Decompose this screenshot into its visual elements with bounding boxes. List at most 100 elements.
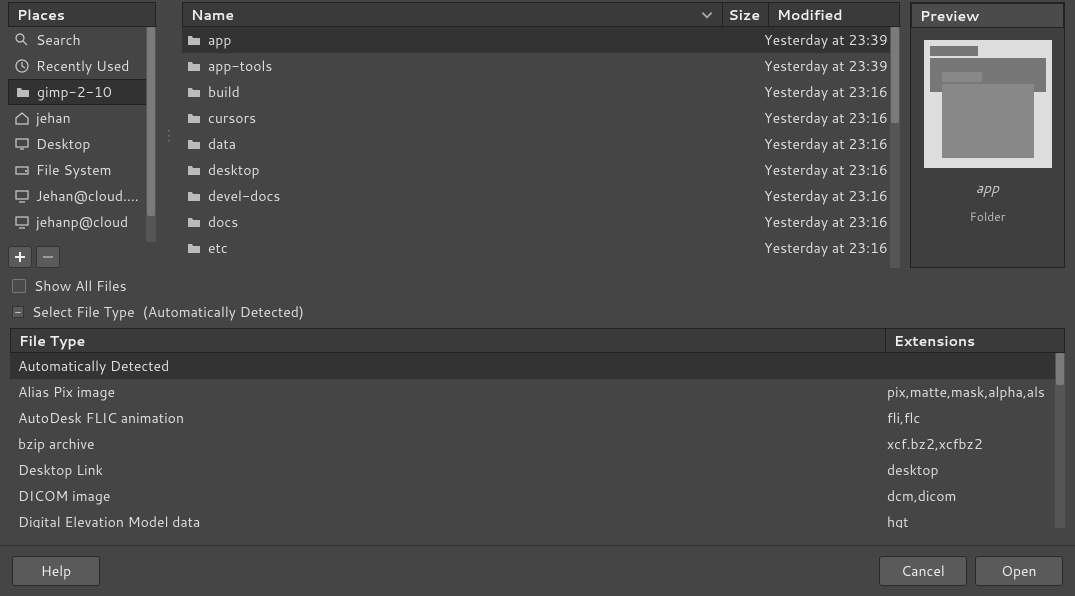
filetype-name: Desktop Link	[18, 460, 887, 480]
file-modified: Yesterday at 23:39	[760, 56, 892, 76]
file-row[interactable]: devel-docsYesterday at 23:16	[182, 183, 900, 209]
places-header[interactable]: Places	[8, 2, 156, 27]
file-name: cursors	[208, 108, 256, 128]
drive-icon	[14, 162, 30, 178]
checkbox-icon	[12, 279, 26, 293]
preview-panel: Preview app Folder	[910, 2, 1065, 268]
places-scrollbar[interactable]	[146, 27, 156, 242]
filetype-row[interactable]: bzip archivexcf.bz2,xcfbz2	[10, 431, 1065, 457]
column-name-label: Name	[191, 5, 234, 25]
preview-filename: app	[976, 178, 999, 198]
column-header-name[interactable]: Name	[183, 3, 723, 26]
file-type-panel: File Type Extensions Automatically Detec…	[10, 328, 1065, 528]
preview-header-label: Preview	[920, 6, 979, 26]
preview-header: Preview	[911, 3, 1064, 28]
filetype-name: bzip archive	[18, 434, 887, 454]
folder-icon	[186, 136, 202, 152]
folder-icon	[186, 32, 202, 48]
file-row[interactable]: desktopYesterday at 23:16	[182, 157, 900, 183]
sidebar-item-search[interactable]: Search	[8, 27, 156, 53]
filetype-row[interactable]: AutoDesk FLIC animationfli,flc	[10, 405, 1065, 431]
file-modified: Yesterday at 23:16	[760, 134, 892, 154]
file-modified: Yesterday at 23:16	[760, 186, 892, 206]
sidebar-item-label: jehan	[36, 108, 71, 128]
sidebar-item-jehanp-cloud[interactable]: jehanp@cloud	[8, 209, 156, 235]
filetype-name: Digital Elevation Model data	[18, 512, 887, 528]
filetype-ext: pix,matte,mask,alpha,als	[887, 382, 1057, 402]
sidebar-item-desktop[interactable]: Desktop	[8, 131, 156, 157]
column-header-size[interactable]: Size	[723, 3, 769, 26]
file-type-header-row: File Type Extensions	[10, 328, 1065, 353]
file-row[interactable]: cursorsYesterday at 23:16	[182, 105, 900, 131]
file-name: app-tools	[208, 56, 272, 76]
remove-bookmark-button[interactable]	[36, 246, 60, 268]
help-button-label: Help	[41, 561, 71, 581]
column-header-modified[interactable]: Modified	[769, 3, 899, 26]
file-row[interactable]: build Yesterday at 23:16	[182, 79, 900, 105]
sidebar-item-label: jehanp@cloud	[36, 212, 128, 232]
filetype-ext: desktop	[887, 460, 1057, 480]
file-type-expander[interactable]: − Select File Type (Automatically Detect…	[12, 302, 1063, 322]
filetype-scrollbar[interactable]	[1055, 353, 1065, 528]
filetype-row[interactable]: Automatically Detected	[10, 353, 1065, 379]
folder-icon	[186, 240, 202, 256]
select-file-type-detected: (Automatically Detected)	[143, 302, 304, 322]
help-button[interactable]: Help	[12, 556, 100, 586]
filetype-ext: fli,flc	[887, 408, 1057, 428]
home-icon	[14, 110, 30, 126]
add-bookmark-button[interactable]	[8, 246, 32, 268]
filetype-ext: hgt	[887, 512, 1057, 528]
column-header-filetype[interactable]: File Type	[11, 329, 886, 352]
filetype-ext: dcm,dicom	[887, 486, 1057, 506]
show-all-files-label: Show All Files	[34, 276, 127, 296]
sidebar-item-label: gimp-2-10	[37, 82, 112, 102]
show-all-files-option[interactable]: Show All Files	[12, 276, 1063, 296]
file-name: build	[208, 82, 240, 102]
filetype-name: DICOM image	[18, 486, 887, 506]
column-header-extensions[interactable]: Extensions	[886, 329, 1064, 352]
filetype-name: AutoDesk FLIC animation	[18, 408, 887, 428]
network-icon	[14, 188, 30, 204]
open-button[interactable]: Open	[975, 556, 1063, 586]
file-name: desktop	[208, 160, 260, 180]
splitter[interactable]	[166, 2, 172, 268]
column-modified-label: Modified	[777, 5, 843, 25]
folder-icon	[186, 162, 202, 178]
sidebar-item-file-system[interactable]: File System	[8, 157, 156, 183]
clock-icon	[14, 58, 30, 74]
places-panel: Places SearchRecently Used gimp-2-10 jehan…	[8, 2, 156, 268]
file-name: data	[208, 134, 236, 154]
file-row[interactable]: data Yesterday at 23:16	[182, 131, 900, 157]
sidebar-item-jehan[interactable]: jehan	[8, 105, 156, 131]
folder-icon	[186, 188, 202, 204]
filetype-row[interactable]: Desktop Linkdesktop	[10, 457, 1065, 483]
sidebar-item-jehan-cloud-[interactable]: Jehan@cloud....	[8, 183, 156, 209]
network-icon	[14, 214, 30, 230]
file-modified: Yesterday at 23:16	[760, 82, 892, 102]
sidebar-item-recently-used[interactable]: Recently Used	[8, 53, 156, 79]
desktop-icon	[14, 136, 30, 152]
file-header-row: Name Size Modified	[182, 2, 900, 27]
file-row[interactable]: app-tools Yesterday at 23:39	[182, 53, 900, 79]
sort-chevron-icon	[700, 8, 714, 22]
file-scrollbar[interactable]	[890, 27, 900, 268]
extensions-header-label: Extensions	[894, 331, 975, 351]
folder-icon	[186, 58, 202, 74]
places-list: SearchRecently Used gimp-2-10 jehan Desktop…	[8, 27, 156, 242]
file-row[interactable]: etcYesterday at 23:16	[182, 235, 900, 261]
folder-icon	[186, 110, 202, 126]
filetype-row[interactable]: Digital Elevation Model datahgt	[10, 509, 1065, 528]
places-header-label: Places	[17, 5, 65, 25]
file-row[interactable]: appYesterday at 23:39	[182, 27, 900, 53]
filetype-row[interactable]: DICOM imagedcm,dicom	[10, 483, 1065, 509]
cancel-button[interactable]: Cancel	[879, 556, 967, 586]
folder-icon	[15, 84, 31, 100]
file-panel: Name Size Modified appYesterday at 23:39…	[182, 2, 900, 268]
filetype-row[interactable]: Alias Pix imagepix,matte,mask,alpha,als	[10, 379, 1065, 405]
select-file-type-label: Select File Type	[32, 302, 135, 322]
file-list: appYesterday at 23:39 app-tools Yesterday …	[182, 27, 900, 268]
file-row[interactable]: docsYesterday at 23:16	[182, 209, 900, 235]
file-modified: Yesterday at 23:39	[760, 30, 892, 50]
sidebar-item-gimp-2-10[interactable]: gimp-2-10	[8, 79, 156, 105]
minus-icon: −	[12, 306, 24, 318]
